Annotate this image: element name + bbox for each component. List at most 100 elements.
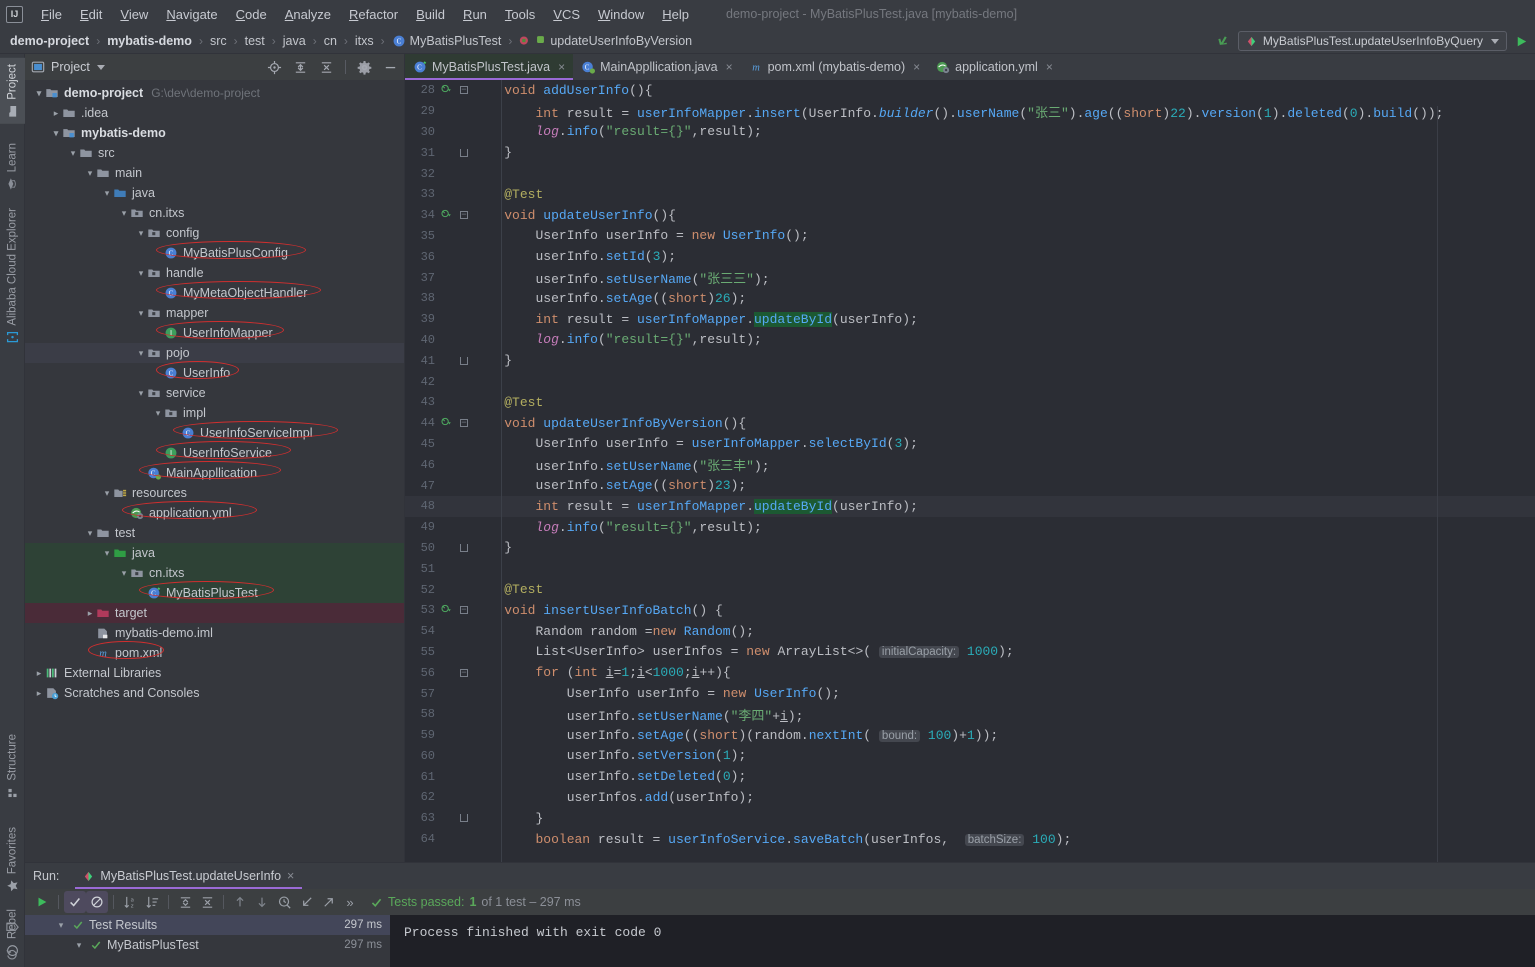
tree-node-.idea[interactable]: ▸ .idea [25,103,404,123]
chevron-down-icon[interactable]: ▾ [67,148,79,159]
tree-node-cn.itxs[interactable]: ▾ cn.itxs [25,203,404,223]
expand-all-icon[interactable] [293,60,308,75]
breadcrumb-item-cn[interactable]: cn [324,34,337,48]
pin-icon[interactable]: 9 [0,915,25,941]
close-icon[interactable]: × [1046,60,1053,74]
editor-tab-mainappllication-java[interactable]: C MainAppllication.java × [573,54,740,80]
sort-alpha-icon[interactable]: az [119,891,141,913]
tree-node-service[interactable]: ▾ service [25,383,404,403]
code-line-32[interactable]: 32 [405,163,1535,184]
chevron-down-icon[interactable]: ▾ [50,128,62,139]
code-line-61[interactable]: 61 userInfo.setDeleted(0); [405,766,1535,787]
tree-node-mainappllication[interactable]: C MainAppllication [25,463,404,483]
code-line-40[interactable]: 40 log.info("result={}",result); [405,330,1535,351]
tree-node-impl[interactable]: ▾ impl [25,403,404,423]
code-line-60[interactable]: 60 userInfo.setVersion(1); [405,746,1535,767]
tree-node-java[interactable]: ▾ java [25,183,404,203]
editor-tab-mybatisplustest-java[interactable]: C MyBatisPlusTest.java × [405,54,574,80]
code-line-49[interactable]: 49 log.info("result={}",result); [405,517,1535,538]
chevron-right-icon[interactable]: ▸ [33,688,45,699]
code-line-28[interactable]: 28 − void addUserInfo(){ [405,80,1535,101]
run-tab[interactable]: MyBatisPlusTest.updateUserInfo × [75,863,303,889]
tree-node-external-libraries[interactable]: ▸ External Libraries [25,663,404,683]
code-line-29[interactable]: 29 int result = userInfoMapper.insert(Us… [405,101,1535,122]
tree-node-main[interactable]: ▾ main [25,163,404,183]
export-icon[interactable] [317,891,339,913]
test-tree-node-mybatisplustest[interactable]: ▾ MyBatisPlusTest 297 ms [25,935,390,955]
code-line-39[interactable]: 39 int result = userInfoMapper.updateByI… [405,309,1535,330]
chevron-down-icon[interactable]: ▾ [55,920,67,931]
code-line-43[interactable]: 43 @Test [405,392,1535,413]
chevron-down-icon[interactable]: ▾ [84,168,96,179]
menu-item-navigate[interactable]: Navigate [157,4,226,25]
tree-node-userinfomapper[interactable]: I UserInfoMapper [25,323,404,343]
code-line-58[interactable]: 58 userInfo.setUserName("李四"+i); [405,704,1535,725]
menu-item-refactor[interactable]: Refactor [340,4,407,25]
tool-window-button-structure[interactable]: Structure [0,728,25,805]
fold-marker[interactable]: − [455,606,473,615]
code-line-56[interactable]: 56 − for (int i=1;i<1000;i++){ [405,662,1535,683]
breadcrumb-item-java[interactable]: java [283,34,306,48]
code-line-54[interactable]: 54 Random random =new Random(); [405,621,1535,642]
code-line-55[interactable]: 55 List<UserInfo> userInfos = new ArrayL… [405,642,1535,663]
code-line-45[interactable]: 45 UserInfo userInfo = userInfoMapper.se… [405,434,1535,455]
breadcrumb-item-mybatisplustest[interactable]: C MyBatisPlusTest [392,34,501,48]
code-line-33[interactable]: 33 @Test [405,184,1535,205]
code-line-64[interactable]: 64 boolean result = userInfoService.save… [405,829,1535,850]
tree-node-mymetaobjecthandler[interactable]: C MyMetaObjectHandler [25,283,404,303]
menu-item-vcs[interactable]: VCS [544,4,589,25]
code-editor[interactable]: 28 − void addUserInfo(){29 int result = u… [405,80,1535,862]
close-icon[interactable]: × [558,60,565,74]
code-line-52[interactable]: 52 @Test [405,579,1535,600]
ignore-tests-icon[interactable] [86,891,108,913]
chevron-right-icon[interactable]: ▸ [33,668,45,679]
close-icon[interactable]: × [913,60,920,74]
run-play-icon[interactable] [1514,34,1529,49]
code-line-37[interactable]: 37 userInfo.setUserName("张三三"); [405,267,1535,288]
fold-marker[interactable]: − [455,211,473,220]
expand-all-icon[interactable] [174,891,196,913]
tree-node-userinfoservice[interactable]: I UserInfoService [25,443,404,463]
code-line-51[interactable]: 51 [405,558,1535,579]
hook-arrow-icon[interactable] [1215,33,1231,49]
tree-node-handle[interactable]: ▾ handle [25,263,404,283]
menu-item-window[interactable]: Window [589,4,653,25]
rerun-icon[interactable] [31,891,53,913]
code-line-35[interactable]: 35 UserInfo userInfo = new UserInfo(); [405,226,1535,247]
test-tree-node-test-results[interactable]: ▾ Test Results 297 ms [25,915,390,935]
tree-node-test[interactable]: ▾ test [25,523,404,543]
locate-icon[interactable] [267,60,282,75]
chevron-down-icon[interactable]: ▾ [73,940,85,951]
code-line-36[interactable]: 36 userInfo.setId(3); [405,246,1535,267]
fold-marker[interactable] [455,356,473,365]
code-line-53[interactable]: 53 − void insertUserInfoBatch() { [405,600,1535,621]
code-line-63[interactable]: 63 } [405,808,1535,829]
chevron-down-icon[interactable]: ▾ [135,348,147,359]
chevron-down-icon[interactable]: ▾ [101,548,113,559]
collapse-all-icon[interactable] [319,60,334,75]
tree-node-mybatisplustest[interactable]: C MyBatisPlusTest [25,583,404,603]
chevron-down-icon[interactable]: ▾ [84,528,96,539]
menu-item-analyze[interactable]: Analyze [276,4,340,25]
code-line-34[interactable]: 34 − void updateUserInfo(){ [405,205,1535,226]
tree-node-cn.itxs[interactable]: ▾ cn.itxs [25,563,404,583]
breadcrumb-item-itxs[interactable]: itxs [355,34,374,48]
chevron-down-icon[interactable]: ▾ [118,568,130,579]
code-line-42[interactable]: 42 [405,371,1535,392]
fold-marker[interactable]: − [455,86,473,95]
hide-icon[interactable] [383,60,398,75]
chevron-down-icon[interactable]: ▾ [118,208,130,219]
tree-node-config[interactable]: ▾ config [25,223,404,243]
run-gutter-icon[interactable] [439,209,455,221]
chevron-down-icon[interactable]: ▾ [135,228,147,239]
code-line-44[interactable]: 44 − void updateUserInfoByVersion(){ [405,413,1535,434]
collapse-all-icon[interactable] [196,891,218,913]
fold-marker[interactable]: − [455,419,473,428]
tree-node-mapper[interactable]: ▾ mapper [25,303,404,323]
tool-window-button-project[interactable]: Project [0,58,25,124]
run-gutter-icon[interactable] [439,84,455,96]
chevron-down-icon[interactable] [1491,38,1499,44]
tree-node-mybatis-demo.iml[interactable]: mybatis-demo.iml [25,623,404,643]
editor-tab-application-yml[interactable]: application.yml × [928,54,1061,80]
sort-duration-icon[interactable] [141,891,163,913]
